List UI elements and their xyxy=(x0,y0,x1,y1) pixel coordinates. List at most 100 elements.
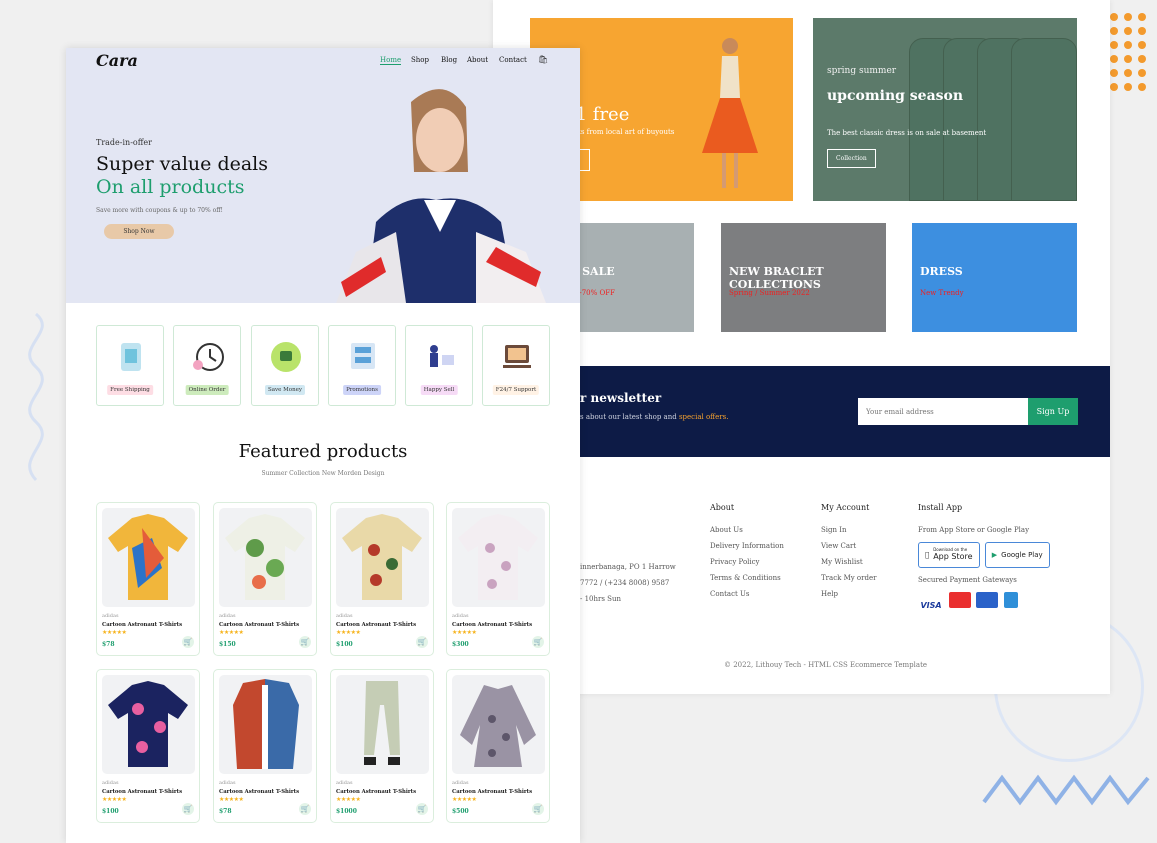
newsletter-copy: s about our latest shop and xyxy=(580,413,679,421)
footer-link-track[interactable]: Track My order xyxy=(821,574,876,582)
footer-link-help[interactable]: Help xyxy=(821,590,876,598)
product-name: Cartoon Astronaut T-Shirts xyxy=(219,789,300,795)
product-card[interactable]: adidas Cartoon Astronaut T-Shirts ★★★★★ … xyxy=(96,502,200,656)
feature-free-shipping: Free Shipping xyxy=(96,325,164,406)
footer-link-delivery[interactable]: Delivery Information xyxy=(710,542,784,550)
shop-now-button[interactable]: Shop Now xyxy=(104,224,174,239)
support-icon xyxy=(503,345,531,368)
footer-link-privacy[interactable]: Privacy Policy xyxy=(710,558,784,566)
cart-icon[interactable]: 🛒 xyxy=(299,636,311,648)
visa-icon: VISA xyxy=(918,598,944,614)
product-name: Cartoon Astronaut T-Shirts xyxy=(336,789,417,795)
secured-payment-text: Secured Payment Gateways xyxy=(918,576,1017,586)
page-preview-home: Cara Home Shop Blog About Contact 🛍 Trad… xyxy=(66,48,580,843)
footer-link-signin[interactable]: Sign In xyxy=(821,526,876,534)
small-banner-bracelet: NEW BRACLET COLLECTIONS Spring / Summer … xyxy=(721,223,886,332)
contact-phone: 7772 / (+234 8008) 9587 xyxy=(580,579,670,587)
google-play-button[interactable]: ▶ Google Play xyxy=(984,542,1050,568)
feature-label: Free Shipping xyxy=(107,385,153,395)
newsletter-heading: r newsletter xyxy=(580,391,662,405)
footer-link-cart[interactable]: View Cart xyxy=(821,542,876,550)
footer-install: Install App From App Store or Google Pla… xyxy=(918,503,1053,614)
cart-icon[interactable]: 🛒 xyxy=(532,803,544,815)
feature-label: Save Money xyxy=(264,385,306,395)
product-card[interactable]: adidas Cartoon Astronaut T-Shirts ★★★★★ … xyxy=(330,669,434,823)
product-rating: ★★★★★ xyxy=(102,629,127,636)
cart-icon[interactable]: 🛒 xyxy=(182,636,194,648)
product-card[interactable]: adidas Cartoon Astronaut T-Shirts ★★★★★ … xyxy=(446,502,550,656)
feature-label: Online Order xyxy=(185,385,229,395)
maestro-icon xyxy=(976,592,999,608)
product-price: $100 xyxy=(102,808,119,815)
product-image xyxy=(452,508,545,607)
product-card[interactable]: adidas Cartoon Astronaut T-Shirts ★★★★★ … xyxy=(213,669,317,823)
product-image xyxy=(102,675,195,774)
feature-happy-sell: Happy Sell xyxy=(405,325,473,406)
hero-text: Save more with coupons & up to 70% off! xyxy=(96,207,223,214)
product-rating: ★★★★★ xyxy=(336,629,361,636)
feature-label: Promotions xyxy=(343,385,381,395)
product-brand: adidas xyxy=(336,613,353,619)
product-price: $78 xyxy=(219,808,232,815)
cart-icon[interactable]: 🛒 xyxy=(299,803,311,815)
feature-label: F24/7 Support xyxy=(492,385,540,395)
promotion-icon xyxy=(351,343,375,369)
product-brand: adidas xyxy=(219,613,236,619)
nav-about[interactable]: About xyxy=(467,56,488,64)
nav-contact[interactable]: Contact xyxy=(499,56,527,64)
footer-link-contact[interactable]: Contact Us xyxy=(710,590,784,598)
footer-link-about[interactable]: About Us xyxy=(710,526,784,534)
footer-account-title: My Account xyxy=(821,503,870,512)
site-logo[interactable]: Cara xyxy=(96,51,138,70)
product-rating: ★★★★★ xyxy=(336,796,361,803)
footer-link-wishlist[interactable]: My Wishlist xyxy=(821,558,876,566)
money-icon xyxy=(271,342,301,372)
newsletter-email-input[interactable] xyxy=(858,398,1028,425)
page-preview-lower: et 1 free ew shirts from local art of bu… xyxy=(493,0,1110,694)
product-brand: adidas xyxy=(102,780,119,786)
product-card[interactable]: adidas Cartoon Astronaut T-Shirts ★★★★★ … xyxy=(96,669,200,823)
featured-products-title: Featured products xyxy=(238,441,408,462)
shopping-bag-icon[interactable]: 🛍 xyxy=(538,55,548,64)
feature-support: F24/7 Support xyxy=(482,325,550,406)
product-rating: ★★★★★ xyxy=(219,796,244,803)
nav-blog[interactable]: Blog xyxy=(441,56,457,64)
cart-icon[interactable]: 🛒 xyxy=(532,636,544,648)
product-brand: adidas xyxy=(102,613,119,619)
hero-model-image xyxy=(336,89,546,303)
collection-button[interactable]: Collection xyxy=(827,149,876,168)
product-card[interactable]: adidas Cartoon Astronaut T-Shirts ★★★★★ … xyxy=(213,502,317,656)
footer-about-title: About xyxy=(710,503,735,512)
product-image xyxy=(102,508,195,607)
product-image xyxy=(336,508,429,607)
newsletter-highlight: special offers. xyxy=(678,413,729,421)
product-name: Cartoon Astronaut T-Shirts xyxy=(336,622,417,628)
cart-icon[interactable]: 🛒 xyxy=(182,803,194,815)
product-price: $100 xyxy=(336,641,353,648)
hero-eyebrow: Trade-in-offer xyxy=(96,138,152,147)
product-card[interactable]: adidas Cartoon Astronaut T-Shirts ★★★★★ … xyxy=(446,669,550,823)
product-price: $500 xyxy=(452,808,469,815)
product-image xyxy=(219,675,312,774)
cart-icon[interactable]: 🛒 xyxy=(416,636,428,648)
nav-shop[interactable]: Shop xyxy=(411,56,429,64)
amex-icon xyxy=(1003,592,1018,608)
product-rating: ★★★★★ xyxy=(452,629,477,636)
product-card[interactable]: adidas Cartoon Astronaut T-Shirts ★★★★★ … xyxy=(330,502,434,656)
product-price: $300 xyxy=(452,641,469,648)
newsletter-text: s about our latest shop and special offe… xyxy=(580,413,728,421)
banner-text: The best classic dress is on sale at bas… xyxy=(827,129,987,137)
footer-install-title: Install App xyxy=(918,503,963,512)
product-rating: ★★★★★ xyxy=(102,796,127,803)
feature-promotions: Promotions xyxy=(328,325,396,406)
app-store-button[interactable]: Download on theApp Store xyxy=(918,542,980,568)
footer-link-terms[interactable]: Terms & Conditions xyxy=(710,574,784,582)
product-name: Cartoon Astronaut T-Shirts xyxy=(102,789,183,795)
signup-button[interactable]: Sign Up xyxy=(1028,398,1078,425)
cart-icon[interactable]: 🛒 xyxy=(416,803,428,815)
nav-home[interactable]: Home xyxy=(380,56,402,65)
mastercard-icon xyxy=(949,592,972,608)
banner-eyebrow: spring summer xyxy=(827,66,897,76)
featured-products-subtitle: Summer Collection New Morden Design xyxy=(261,470,385,477)
app-store-label: App Store xyxy=(929,552,972,563)
